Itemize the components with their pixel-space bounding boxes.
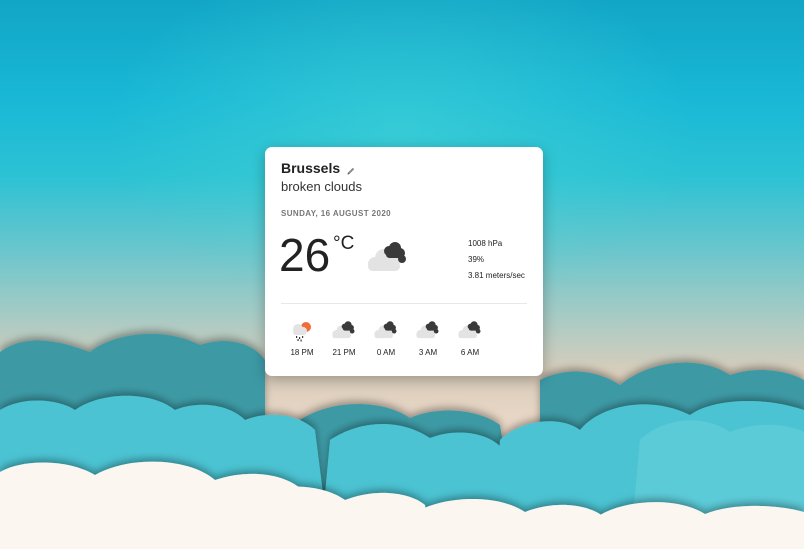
forecast-item: 21 PM	[323, 318, 365, 357]
current-date: SUNDAY, 16 AUGUST 2020	[281, 209, 392, 218]
pressure-value: 1008 hPa	[468, 239, 503, 248]
broken-clouds-icon	[372, 318, 400, 342]
weather-stats: 1008 hPa 39% 3.81 meters/sec	[468, 239, 525, 287]
weather-card: Brussels broken clouds SUNDAY, 16 AUGUST…	[265, 147, 543, 376]
broken-clouds-icon	[414, 318, 442, 342]
pencil-icon[interactable]	[346, 163, 356, 175]
city-header: Brussels	[281, 160, 356, 176]
forecast-item: 3 AM	[407, 318, 449, 357]
divider	[281, 303, 527, 304]
forecast-time: 6 AM	[460, 348, 480, 357]
broken-clouds-icon	[364, 240, 412, 279]
forecast-item: 6 AM	[449, 318, 491, 357]
rain-sun-icon	[290, 318, 314, 342]
city-name: Brussels	[281, 160, 341, 176]
humidity-value: 39%	[468, 255, 485, 264]
broken-clouds-icon	[330, 318, 358, 342]
temperature-unit: °C	[333, 233, 355, 254]
forecast-time: 18 PM	[290, 348, 314, 357]
forecast-time: 0 AM	[376, 348, 396, 357]
forecast-item: 18 PM	[281, 318, 323, 357]
hourly-forecast: 18 PM 21 PM 0 AM 3 AM 6 AM	[281, 318, 491, 357]
wind-value: 3.81 meters/sec	[468, 271, 525, 280]
current-temperature: 26	[279, 229, 331, 281]
weather-description: broken clouds	[281, 179, 362, 194]
forecast-item: 0 AM	[365, 318, 407, 357]
forecast-time: 21 PM	[332, 348, 356, 357]
broken-clouds-icon	[456, 318, 484, 342]
forecast-time: 3 AM	[418, 348, 438, 357]
